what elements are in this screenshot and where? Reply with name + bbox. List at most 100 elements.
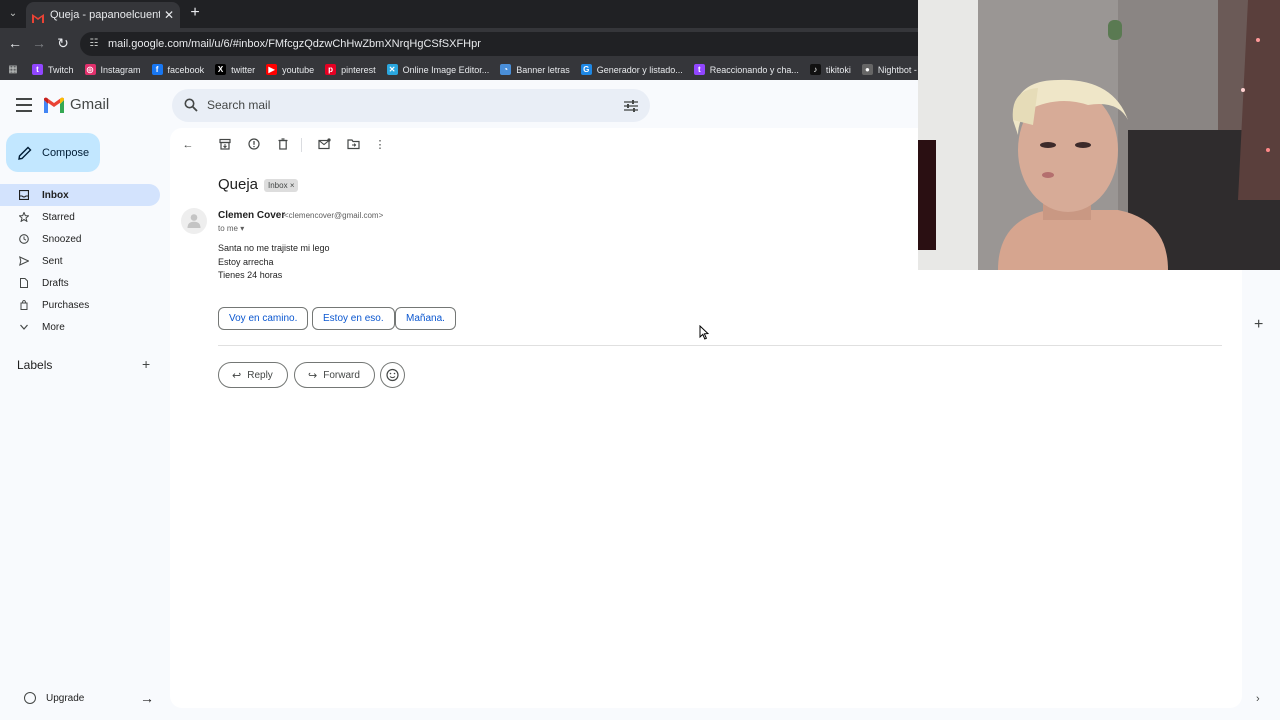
person-icon xyxy=(187,214,201,228)
sender-email: <clemencover@gmail.com> xyxy=(284,211,384,220)
bookmark-label: Reaccionando y cha... xyxy=(709,64,799,75)
bookmark-item[interactable]: Xtwitter xyxy=(215,64,255,75)
smart-reply-button[interactable]: Mañana. xyxy=(395,307,456,330)
sidebar-item-snoozed[interactable]: Snoozed xyxy=(0,228,160,250)
bookmark-favicon-icon: f xyxy=(151,64,163,75)
sidebar-item-label: Inbox xyxy=(42,189,69,201)
url-text: mail.google.com/mail/u/6/#inbox/FMfcgzQd… xyxy=(108,38,481,50)
bookmark-item[interactable]: t Twitch xyxy=(32,64,74,75)
forward-icon: ↪ xyxy=(308,369,318,382)
bookmark-item[interactable]: ♪ tikitoki xyxy=(809,64,851,75)
move-to-icon[interactable] xyxy=(346,138,360,152)
report-spam-icon[interactable] xyxy=(247,138,261,152)
bookmark-favicon-icon: ◎ xyxy=(84,64,96,75)
delete-icon[interactable] xyxy=(276,138,290,152)
bookmark-label: facebook xyxy=(167,64,205,75)
bookmark-label: Online Image Editor... xyxy=(402,64,490,75)
sidebar-item-label: Sent xyxy=(42,255,63,267)
bookmark-item[interactable]: ◔ Banner letras xyxy=(500,64,570,75)
tab-search-chevron-icon[interactable]: ⌄ xyxy=(4,5,22,23)
back-to-inbox-icon[interactable]: ← xyxy=(181,138,195,152)
close-tab-icon[interactable]: ✕ xyxy=(164,8,174,22)
inbox-chip-label: Inbox xyxy=(268,181,288,190)
sender-avatar[interactable] xyxy=(181,208,207,234)
inbox-label-chip[interactable]: Inbox × xyxy=(264,179,299,192)
mark-unread-icon[interactable] xyxy=(317,138,331,152)
compose-button[interactable]: Compose xyxy=(6,133,100,172)
sidebar-item-label: More xyxy=(42,321,65,333)
bookmark-item[interactable]: G Generador y listado... xyxy=(580,64,683,75)
labels-heading: Labels xyxy=(17,358,53,372)
bookmark-item[interactable]: t Reaccionando y cha... xyxy=(693,64,799,75)
forward-arrow-icon[interactable]: → xyxy=(30,34,48,52)
archive-icon[interactable] xyxy=(218,138,232,152)
site-info-icon[interactable]: ☷ xyxy=(88,38,100,50)
remove-label-icon[interactable]: × xyxy=(290,181,295,190)
reply-button[interactable]: ↩ Reply xyxy=(218,362,288,388)
smart-reply-button[interactable]: Estoy en eso. xyxy=(312,307,395,330)
search-icon[interactable] xyxy=(184,98,198,112)
reload-icon[interactable]: ↻ xyxy=(54,34,72,52)
search-options-icon[interactable] xyxy=(624,99,638,112)
sidebar-item-purchases[interactable]: Purchases xyxy=(0,294,160,316)
search-input[interactable]: Search mail xyxy=(207,98,270,112)
main-menu-icon[interactable] xyxy=(16,98,32,112)
body-line: Estoy arrecha xyxy=(218,257,274,267)
bookmark-favicon-icon: X xyxy=(215,64,227,75)
reply-icon: ↩ xyxy=(232,369,242,382)
gmail-favicon-icon xyxy=(32,10,44,23)
sidebar-item-starred[interactable]: Starred xyxy=(0,206,160,228)
gmail-wordmark: Gmail xyxy=(70,96,110,113)
upgrade-button[interactable]: Upgrade → xyxy=(24,690,154,706)
draft-icon xyxy=(19,278,29,288)
sidebar-item-label: Purchases xyxy=(42,299,90,311)
recipient-label: to me xyxy=(218,224,239,233)
smart-reply-button[interactable]: Voy en camino. xyxy=(218,307,309,330)
sidebar-item-more[interactable]: More xyxy=(0,316,160,338)
reply-label: Reply xyxy=(247,369,273,381)
toolbar-divider xyxy=(301,138,302,152)
recipient-details[interactable]: to me ▾ xyxy=(218,224,244,233)
browser-tab[interactable]: Queja - papanoelcuentaoficial@ ✕ xyxy=(26,2,180,28)
bookmark-favicon-icon: ◔ xyxy=(500,64,512,75)
sidebar-item-sent[interactable]: Sent xyxy=(0,250,160,272)
show-side-panel-icon[interactable]: › xyxy=(1256,693,1260,705)
bookmark-item[interactable]: ✕ Online Image Editor... xyxy=(386,64,490,75)
bookmark-item[interactable]: f facebook xyxy=(151,64,205,75)
sidebar-item-inbox[interactable]: Inbox xyxy=(0,184,160,206)
back-arrow-icon[interactable]: ← xyxy=(6,34,24,52)
emoji-reaction-button[interactable] xyxy=(380,362,405,388)
bookmark-favicon-icon: t xyxy=(32,64,43,75)
gmail-logo-icon[interactable] xyxy=(43,97,65,114)
sender-name: Clemen Cover xyxy=(218,210,286,221)
add-label-icon[interactable]: + xyxy=(142,356,150,372)
clock-icon xyxy=(19,234,29,244)
apps-grid-icon[interactable]: ▦ xyxy=(6,63,20,77)
bookmark-item[interactable]: ▶ youtube xyxy=(266,64,314,75)
compose-label: Compose xyxy=(42,146,90,159)
bookmark-item[interactable]: ◎ Instagram xyxy=(84,64,141,75)
bookmark-label: Twitch xyxy=(48,64,74,75)
bookmark-favicon-icon: G xyxy=(580,64,592,75)
sidebar-item-label: Starred xyxy=(42,211,75,223)
new-tab-button[interactable]: + xyxy=(186,4,204,22)
search-bar[interactable]: Search mail xyxy=(172,89,650,122)
smiley-icon xyxy=(386,368,399,382)
more-options-icon[interactable]: ⋮ xyxy=(373,138,387,152)
bookmark-label: pinterest xyxy=(341,64,376,75)
bookmark-favicon-icon: t xyxy=(693,64,705,75)
tab-title: Queja - papanoelcuentaoficial@ xyxy=(50,9,160,21)
caret-down-icon[interactable]: ▾ xyxy=(240,224,244,233)
pencil-icon xyxy=(18,146,32,160)
forward-button[interactable]: ↪ Forward xyxy=(294,362,375,388)
forward-label: Forward xyxy=(323,369,360,381)
bookmark-label: tikitoki xyxy=(825,64,851,75)
bookmark-label: Banner letras xyxy=(516,64,570,75)
bookmark-item[interactable]: p pinterest xyxy=(325,64,376,75)
bookmark-label: twitter xyxy=(231,64,256,75)
sidebar-item-label: Snoozed xyxy=(42,233,82,245)
inbox-icon xyxy=(18,189,30,201)
sidebar-nav: Inbox Starred Snoozed Sent Drafts Purchases Mo… xyxy=(0,184,160,338)
sidebar-item-drafts[interactable]: Drafts xyxy=(0,272,160,294)
get-addons-icon[interactable]: + xyxy=(1254,316,1263,334)
